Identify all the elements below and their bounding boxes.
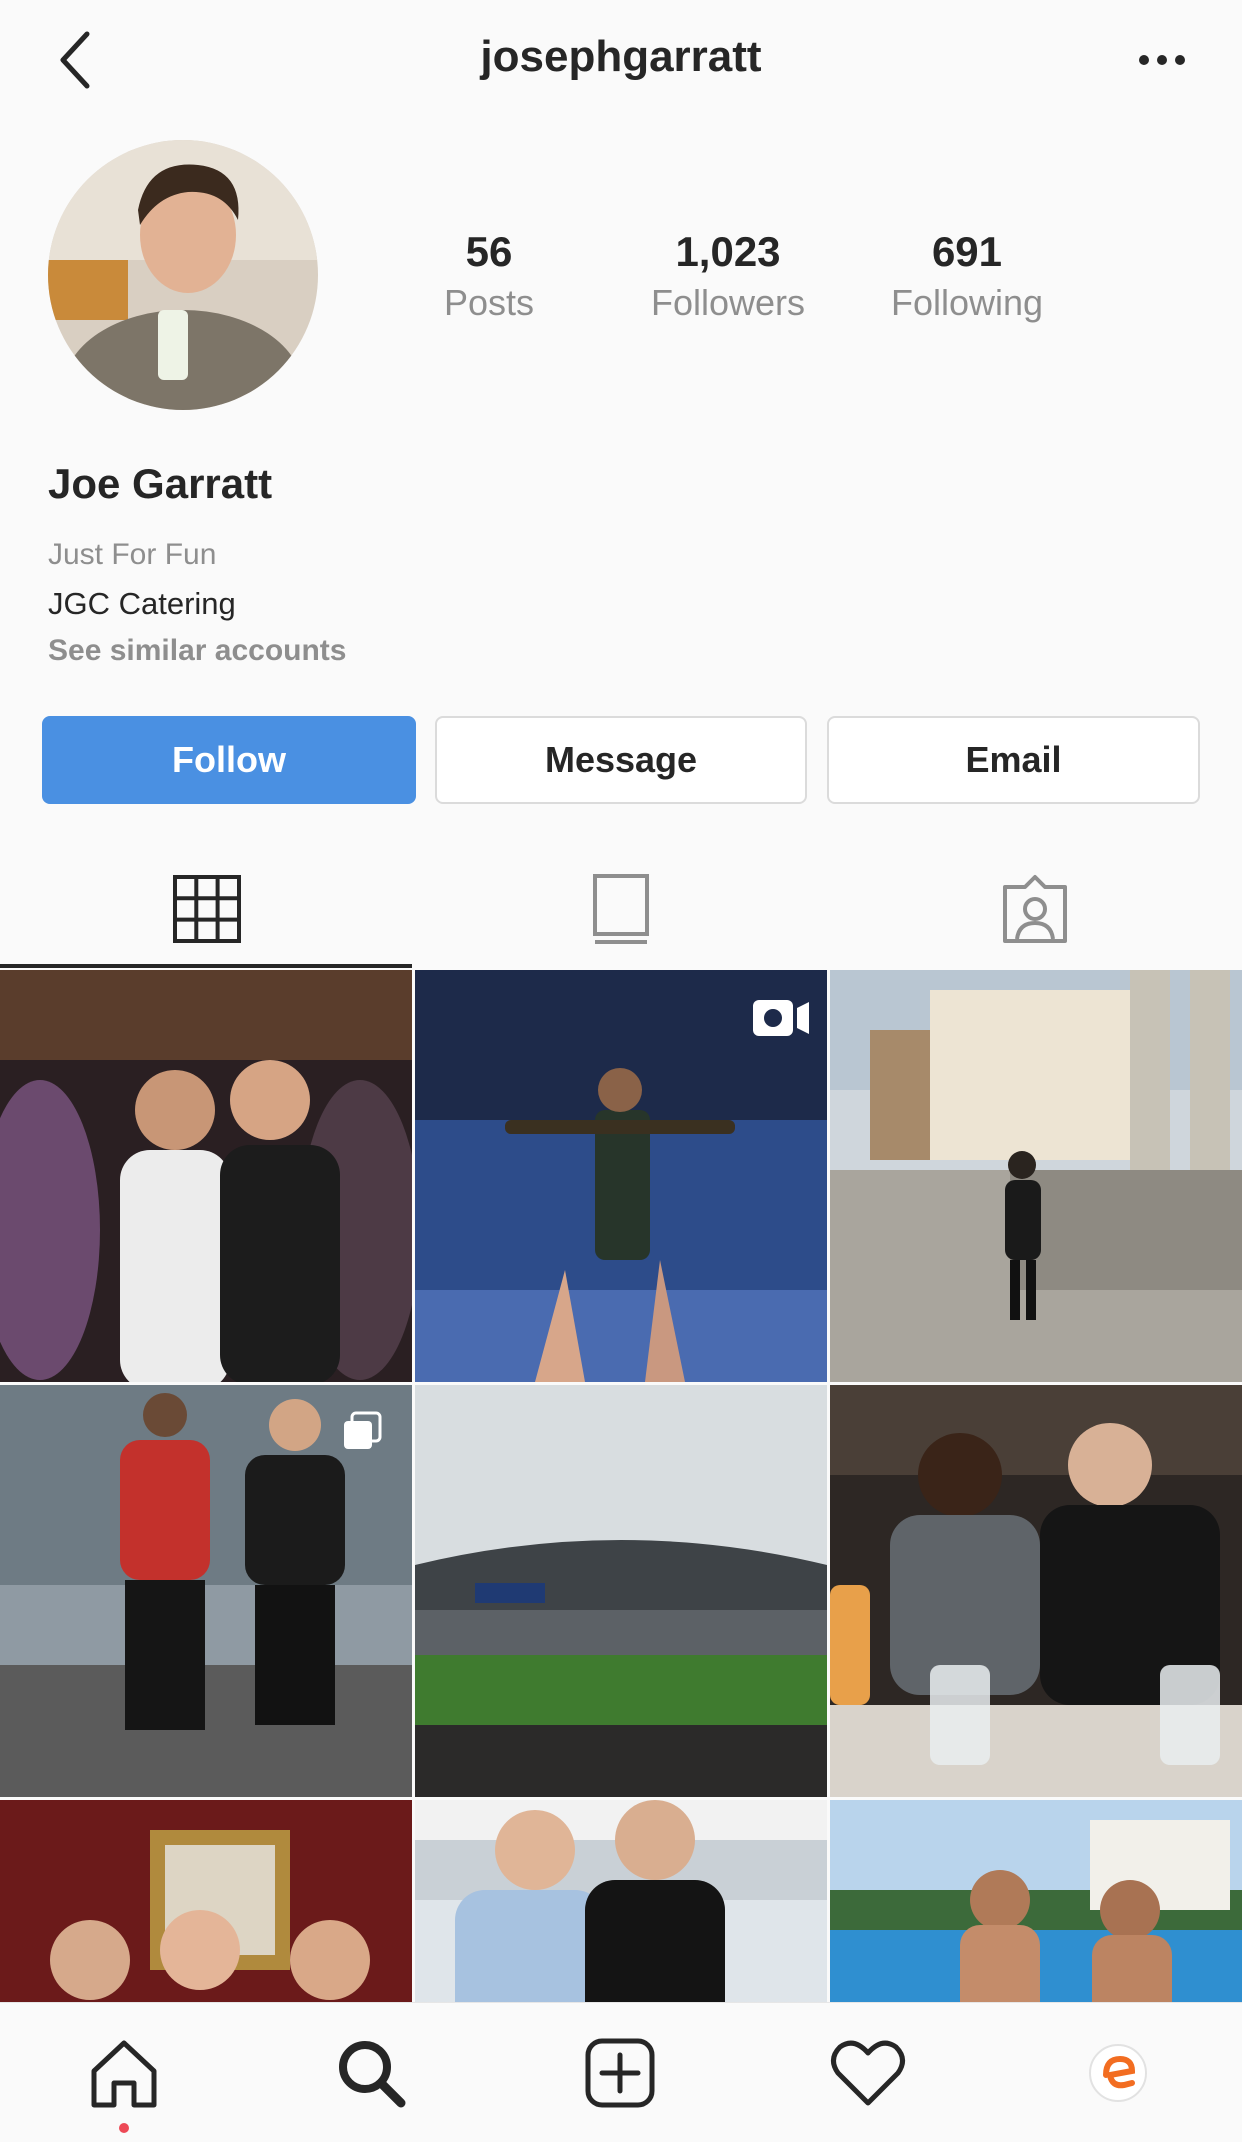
profile-category: Just For Fun	[48, 538, 217, 571]
followers-stat[interactable]: 1,023 Followers	[613, 228, 843, 324]
active-tab-indicator	[0, 964, 412, 968]
post-thumbnail[interactable]	[830, 1800, 1242, 2002]
follow-button[interactable]: Follow	[42, 716, 416, 804]
post-thumbnail[interactable]	[830, 970, 1242, 1382]
followers-label: Followers	[650, 282, 806, 323]
following-stat[interactable]: 691 Following	[852, 228, 1082, 324]
email-button[interactable]: Email	[827, 716, 1200, 804]
page-title: josephgarratt	[480, 32, 762, 81]
more-horizontal-icon	[1139, 55, 1185, 65]
post-thumbnail[interactable]	[0, 970, 412, 1382]
search-icon	[339, 2041, 406, 2108]
tagged-icon	[1003, 875, 1067, 943]
profile-tabs	[0, 850, 1242, 968]
profile-header: josephgarratt	[0, 0, 1242, 120]
post-thumbnail[interactable]	[415, 1800, 827, 2002]
profile-icon	[1089, 2044, 1147, 2102]
following-count: 691	[931, 228, 1003, 275]
activity-heart-icon	[831, 2040, 905, 2106]
post-thumbnail[interactable]	[415, 1385, 827, 1797]
profile-bio: JGC Catering	[48, 586, 236, 621]
tab-igtv[interactable]	[414, 850, 828, 968]
post-thumbnail[interactable]	[415, 970, 827, 1382]
post-thumbnail[interactable]	[0, 1385, 412, 1797]
video-icon	[753, 1000, 809, 1036]
followers-count: 1,023	[675, 228, 781, 275]
nav-search-button[interactable]	[311, 2023, 431, 2123]
new-post-icon	[585, 2038, 655, 2108]
more-options-button[interactable]	[1122, 30, 1202, 90]
post-thumbnail[interactable]	[830, 1385, 1242, 1797]
nav-profile-button[interactable]	[1058, 2023, 1178, 2123]
posts-label: Posts	[443, 282, 535, 323]
grid-icon	[173, 875, 241, 943]
home-icon	[91, 2040, 157, 2108]
nav-new-post-button[interactable]	[560, 2023, 680, 2123]
posts-grid	[0, 970, 1242, 2002]
following-label: Following	[890, 282, 1044, 323]
posts-count: 56	[465, 228, 513, 275]
tab-grid[interactable]	[0, 850, 414, 968]
post-thumbnail[interactable]	[0, 1800, 412, 2002]
nav-home-button[interactable]	[64, 2023, 184, 2123]
see-similar-accounts-link[interactable]: See similar accounts	[48, 634, 346, 668]
notification-dot	[119, 2123, 129, 2133]
profile-name: Joe Garratt	[48, 460, 273, 507]
tab-tagged[interactable]	[828, 850, 1242, 968]
igtv-icon	[593, 874, 649, 944]
multiple-photos-icon	[344, 1411, 382, 1449]
nav-activity-button[interactable]	[808, 2023, 928, 2123]
bottom-navigation	[0, 2002, 1242, 2142]
posts-stat[interactable]: 56 Posts	[374, 228, 604, 324]
message-button[interactable]: Message	[435, 716, 807, 804]
avatar[interactable]	[48, 140, 318, 410]
